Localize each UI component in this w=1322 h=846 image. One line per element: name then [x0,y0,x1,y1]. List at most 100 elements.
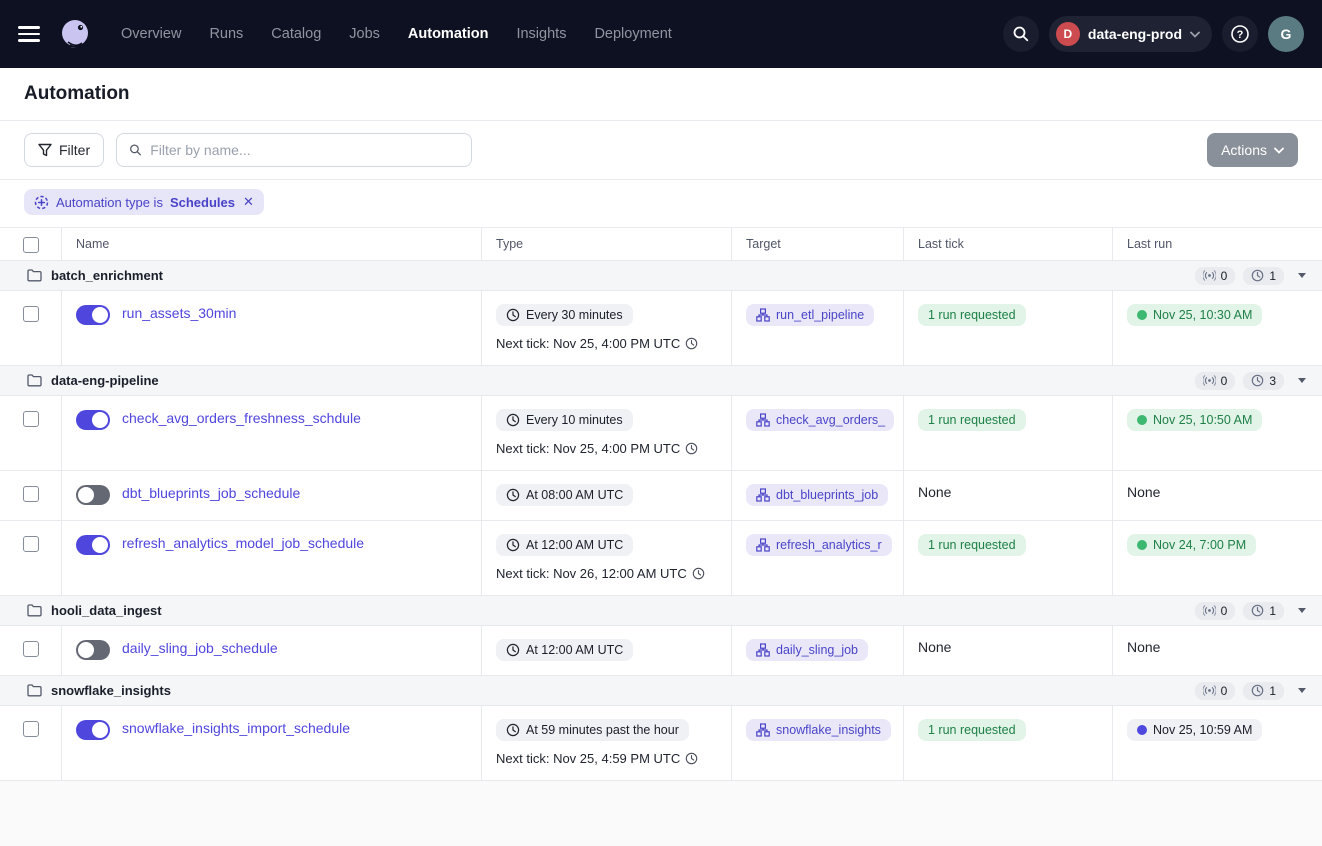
target-job-pill[interactable]: dbt_blueprints_job [746,484,888,506]
row-checkbox[interactable] [23,411,39,427]
run-status-dot-icon [1137,415,1147,425]
collapse-group-button[interactable] [1298,688,1306,693]
clock-icon [506,413,520,427]
automation-name-link[interactable]: daily_sling_job_schedule [122,640,278,656]
job-graph-icon [756,308,770,322]
collapse-group-button[interactable] [1298,273,1306,278]
sensor-count-badge: 0 [1195,372,1236,390]
nav-item-runs[interactable]: Runs [198,18,254,50]
target-job-pill[interactable]: check_avg_orders_ [746,409,894,431]
last-tick-status-pill: 1 run requested [918,534,1026,556]
last-run-pill[interactable]: Nov 25, 10:50 AM [1127,409,1262,431]
automation-row: snowflake_insights_import_schedule At 59… [0,706,1322,781]
clock-icon [685,337,698,350]
run-status-dot-icon [1137,310,1147,320]
row-checkbox[interactable] [23,306,39,322]
automation-row: daily_sling_job_schedule At 12:00 AM UTC… [0,626,1322,676]
schedule-toggle[interactable] [76,720,110,740]
target-job-pill[interactable]: refresh_analytics_r [746,534,892,556]
automation-name-link[interactable]: refresh_analytics_model_job_schedule [122,535,364,551]
group-header-row: batch_enrichment 0 1 [0,261,1322,291]
clock-icon [506,308,520,322]
schedule-count-badge: 1 [1243,267,1284,285]
group-header-row: data-eng-pipeline 0 3 [0,366,1322,396]
automation-name-link[interactable]: dbt_blueprints_job_schedule [122,485,300,501]
group-name: snowflake_insights [51,683,171,698]
sensor-icon [1203,375,1216,386]
folder-icon [27,374,42,387]
last-run-pill[interactable]: Nov 25, 10:59 AM [1127,719,1262,741]
workspace-switcher[interactable]: D data-eng-prod [1049,16,1212,52]
remove-filter-icon[interactable]: ✕ [243,194,254,210]
folder-icon [27,269,42,282]
actions-button[interactable]: Actions [1207,133,1298,167]
job-graph-icon [756,643,770,657]
sensor-icon [1203,685,1216,696]
filter-button[interactable]: Filter [24,133,104,167]
last-run-pill[interactable]: Nov 25, 10:30 AM [1127,304,1262,326]
row-checkbox[interactable] [23,721,39,737]
automation-row: check_avg_orders_freshness_schdule Every… [0,396,1322,471]
clock-icon [692,567,705,580]
folder-icon [27,684,42,697]
schedule-toggle[interactable] [76,535,110,555]
last-tick-status-pill: 1 run requested [918,304,1026,326]
run-status-dot-icon [1137,725,1147,735]
group-name: batch_enrichment [51,268,163,283]
schedule-toggle[interactable] [76,640,110,660]
automation-name-link[interactable]: snowflake_insights_import_schedule [122,720,350,736]
user-avatar[interactable]: G [1268,16,1304,52]
group-name: hooli_data_ingest [51,603,162,618]
menu-hamburger-icon[interactable] [18,26,40,42]
automation-name-link[interactable]: run_assets_30min [122,305,236,321]
clock-icon [1251,269,1264,282]
nav-item-deployment[interactable]: Deployment [583,18,682,50]
job-graph-icon [756,413,770,427]
collapse-group-button[interactable] [1298,608,1306,613]
automation-row: run_assets_30min Every 30 minutes Next t… [0,291,1322,366]
schedule-toggle[interactable] [76,410,110,430]
clock-icon [685,442,698,455]
clock-icon [506,488,520,502]
row-checkbox[interactable] [23,486,39,502]
schedule-toggle[interactable] [76,485,110,505]
nav-item-catalog[interactable]: Catalog [260,18,332,50]
name-filter-input[interactable] [150,142,459,158]
nav-item-insights[interactable]: Insights [505,18,577,50]
page-bottom-area [0,781,1322,846]
svg-text:?: ? [1237,29,1244,41]
help-icon[interactable]: ? [1222,16,1258,52]
nav-item-automation[interactable]: Automation [397,18,500,50]
name-filter-field[interactable] [116,133,472,167]
sensor-count-badge: 0 [1195,682,1236,700]
schedule-toggle[interactable] [76,305,110,325]
sensor-count-badge: 0 [1195,267,1236,285]
dagster-logo-icon[interactable] [56,15,94,53]
filter-chip-label: Automation type is [56,195,163,210]
last-run-pill[interactable]: Nov 24, 7:00 PM [1127,534,1256,556]
folder-icon [27,604,42,617]
automation-row: dbt_blueprints_job_schedule At 08:00 AM … [0,471,1322,521]
clock-icon [1251,374,1264,387]
automation-row: refresh_analytics_model_job_schedule At … [0,521,1322,596]
last-tick-status-pill: 1 run requested [918,409,1026,431]
target-job-pill[interactable]: run_etl_pipeline [746,304,874,326]
nav-item-overview[interactable]: Overview [110,18,192,50]
column-header-target: Target [731,228,903,260]
next-tick-text: Next tick: Nov 25, 4:00 PM UTC [496,336,717,351]
last-run-none: None [1127,484,1160,500]
nav-item-jobs[interactable]: Jobs [338,18,391,50]
next-tick-text: Next tick: Nov 25, 4:59 PM UTC [496,751,717,766]
collapse-group-button[interactable] [1298,378,1306,383]
row-checkbox[interactable] [23,641,39,657]
search-icon[interactable] [1003,16,1039,52]
target-job-pill[interactable]: daily_sling_job [746,639,868,661]
sensor-icon [1203,270,1216,281]
target-job-pill[interactable]: snowflake_insights [746,719,891,741]
automation-name-link[interactable]: check_avg_orders_freshness_schdule [122,410,361,426]
clock-icon [1251,604,1264,617]
row-checkbox[interactable] [23,536,39,552]
select-all-checkbox[interactable] [23,237,39,253]
column-header-name: Name [61,228,481,260]
sensor-count-badge: 0 [1195,602,1236,620]
